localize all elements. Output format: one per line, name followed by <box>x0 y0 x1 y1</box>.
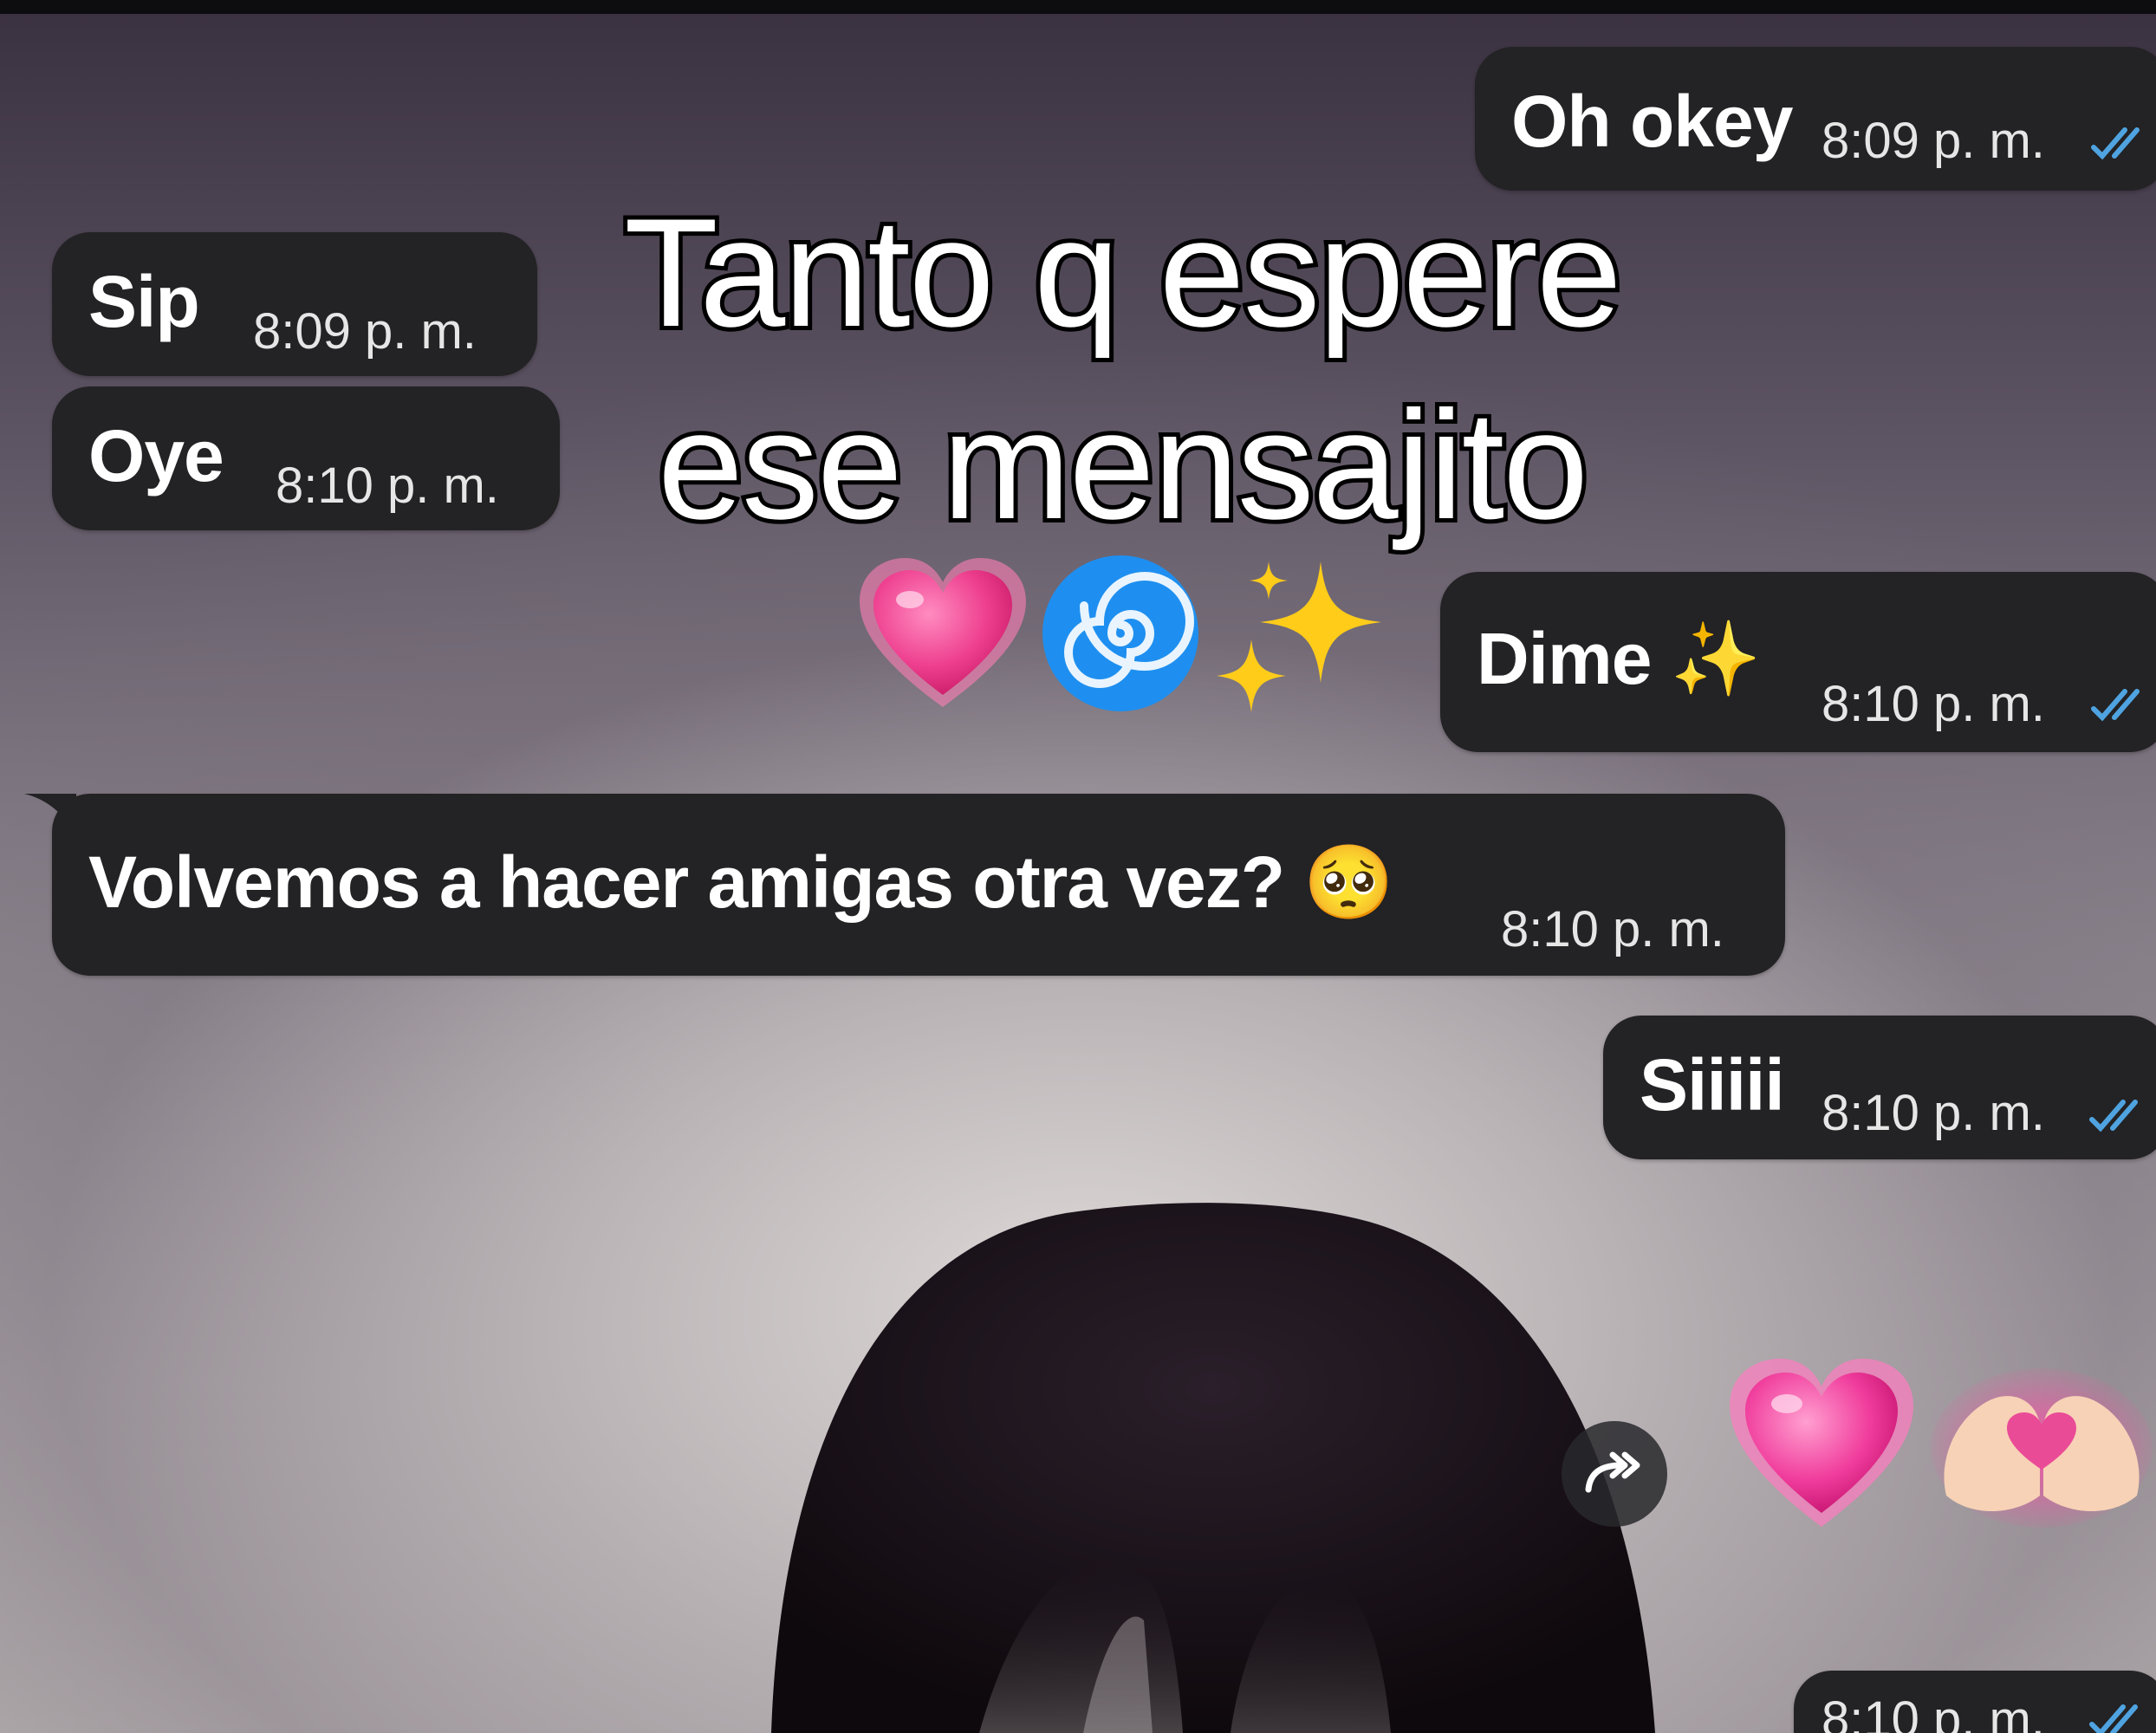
message-time: 8:09 p. m. <box>1822 113 2045 169</box>
double-check-icon <box>2089 1704 2138 1733</box>
message-text: Volvemos a hacer amigas otra vez? 🥺 <box>88 841 1394 923</box>
cyclone-icon <box>1042 555 1198 711</box>
message-text: Sip <box>88 261 200 342</box>
sparkles-icon <box>1217 561 1381 712</box>
message-time: 8:10 p. m. <box>1822 1691 2045 1733</box>
message-bubble-incoming[interactable]: Oye 8:10 p. m. <box>52 386 560 530</box>
emoji-message[interactable] <box>1716 1343 2156 1551</box>
bubble-tail <box>24 794 76 837</box>
overlay-caption-line2: ese mensajito <box>653 379 1593 551</box>
growing-heart-icon <box>1730 1359 1913 1527</box>
double-check-icon <box>2091 689 2140 722</box>
growing-heart-icon <box>860 558 1026 707</box>
message-time: 8:10 p. m. <box>1822 676 2045 732</box>
message-text: Dime ✨ <box>1477 618 1761 699</box>
forward-button[interactable] <box>1562 1421 1667 1527</box>
overlay-caption-line1: Tanto q espere <box>620 186 1627 359</box>
message-text: Oh okey <box>1511 81 1793 162</box>
message-bubble-incoming[interactable]: Sip 8:09 p. m. <box>52 232 537 376</box>
message-time: 8:10 p. m. <box>276 458 499 514</box>
message-bubble-outgoing[interactable]: Dime ✨ 8:10 p. m. <box>1440 572 2156 752</box>
double-check-icon <box>2091 127 2140 160</box>
message-time: 8:10 p. m. <box>1822 1085 2045 1141</box>
message-bubble-incoming[interactable]: Volvemos a hacer amigas otra vez? 🥺 8:10… <box>52 794 1785 976</box>
heart-hands-icon <box>1931 1368 2153 1528</box>
message-text: Siiiii <box>1640 1044 1785 1126</box>
message-text: Oye <box>88 415 224 497</box>
status-bar-edge <box>0 0 2156 14</box>
message-bubble-outgoing[interactable]: Siiiii 8:10 p. m. <box>1603 1016 2156 1159</box>
forward-icon <box>1585 1451 1640 1493</box>
message-bubble-outgoing[interactable]: 8:10 p. m. <box>1794 1671 2156 1733</box>
message-time: 8:09 p. m. <box>253 303 477 360</box>
chat-screen: Oh okey 8:09 p. m. Sip 8:09 p. m. Oye 8:… <box>0 0 2156 1733</box>
double-check-icon <box>2089 1100 2138 1133</box>
message-bubble-outgoing[interactable]: Oh okey 8:09 p. m. <box>1475 47 2156 191</box>
message-time: 8:10 p. m. <box>1501 901 1724 957</box>
